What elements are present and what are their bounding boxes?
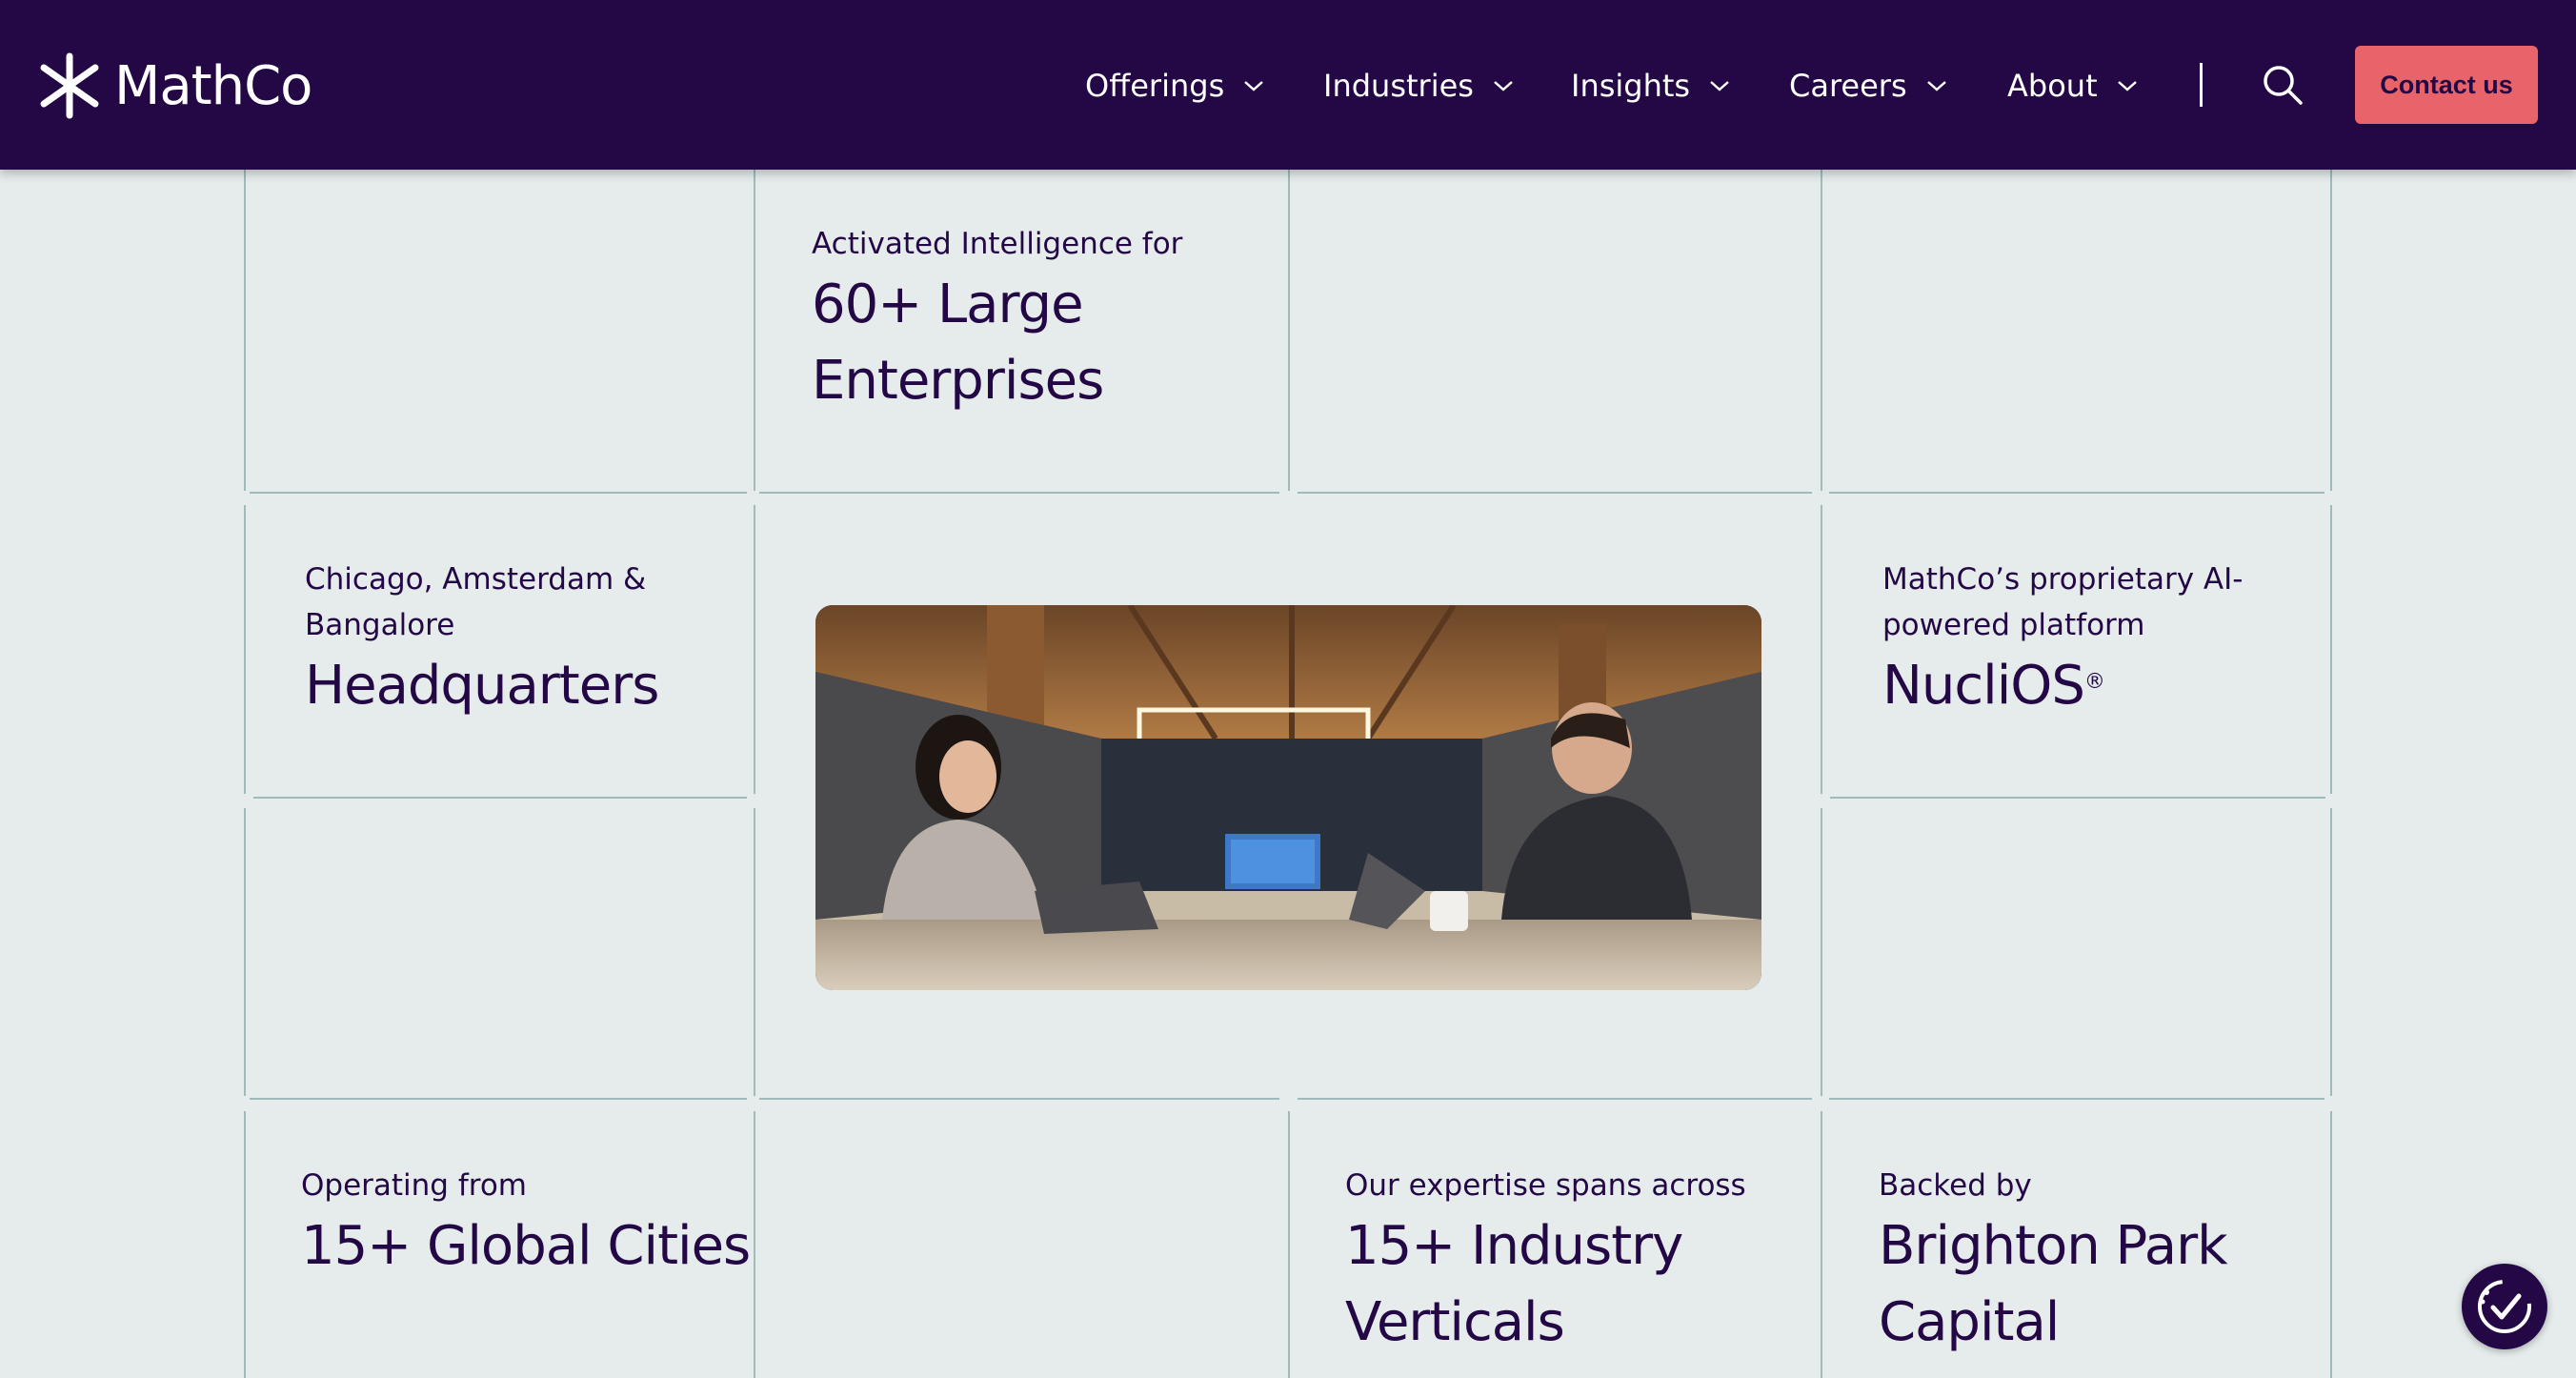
chevron-down-icon — [1494, 81, 1513, 91]
stat-cities: Operating from 15+ Global Cities — [301, 1163, 751, 1285]
grid-line — [2330, 808, 2332, 1096]
office-meeting-photo — [815, 605, 1761, 990]
stat-platform: MathCo’s proprietary AI- powered platfor… — [1882, 557, 2243, 724]
grid-line — [244, 808, 246, 1096]
stat-caption: Backed by — [1879, 1168, 2032, 1203]
stat-backing: Backed by Brighton Park Capital — [1879, 1163, 2228, 1361]
grid-line — [1821, 1111, 1822, 1378]
stat-caption: MathCo’s proprietary AI- — [1882, 562, 2244, 597]
nav-about[interactable]: About — [2007, 57, 2138, 114]
grid-line — [754, 808, 755, 1096]
stat-caption: Activated Intelligence for — [812, 227, 1183, 261]
stat-value: Capital — [1879, 1291, 2060, 1353]
grid-line — [754, 505, 755, 794]
stat-caption: Bangalore — [305, 608, 455, 642]
asterisk-logo-icon — [40, 52, 99, 119]
grid-line — [244, 1111, 246, 1378]
chevron-down-icon — [1710, 81, 1729, 91]
chevron-down-icon — [2117, 81, 2137, 91]
contact-us-button[interactable]: Contact us — [2355, 46, 2538, 124]
grid-line — [1829, 1098, 2324, 1100]
stat-industries: Our expertise spans across 15+ Industry … — [1345, 1163, 1746, 1361]
grid-line — [759, 492, 1279, 494]
search-button[interactable] — [2259, 61, 2306, 109]
stat-value: 15+ Global Cities — [301, 1215, 751, 1277]
accessibility-widget-button[interactable] — [2462, 1264, 2547, 1349]
nav-offerings[interactable]: Offerings — [1085, 57, 1264, 114]
chevron-down-icon — [1244, 81, 1264, 91]
grid-line — [754, 170, 755, 491]
stat-caption: Chicago, Amsterdam & — [305, 562, 647, 597]
nav-label: Industries — [1323, 68, 1474, 104]
stat-caption: Our expertise spans across — [1345, 1168, 1746, 1203]
platform-name: NucliOS — [1882, 655, 2085, 717]
nav-careers[interactable]: Careers — [1789, 57, 1947, 114]
stat-value: Verticals — [1345, 1291, 1565, 1353]
stat-value: NucliOS® — [1882, 648, 2243, 724]
grid-line — [244, 170, 246, 491]
grid-line — [1288, 1111, 1290, 1378]
stat-enterprises: Activated Intelligence for 60+ Large Ent… — [812, 221, 1182, 419]
logo-text: MathCo — [114, 54, 312, 117]
grid-line — [1821, 505, 1822, 794]
chevron-down-icon — [1926, 81, 1946, 91]
nav-label: Offerings — [1085, 68, 1225, 104]
grid-line — [1298, 1098, 1812, 1100]
logo[interactable]: MathCo — [36, 50, 312, 122]
registered-mark: ® — [2083, 670, 2105, 694]
stat-value: 15+ Industry — [1345, 1215, 1683, 1277]
nav-label: Insights — [1571, 68, 1691, 104]
grid-line — [250, 1098, 747, 1100]
nav-industries[interactable]: Industries — [1323, 57, 1514, 114]
stat-caption: powered platform — [1882, 608, 2145, 642]
stat-value: Enterprises — [812, 350, 1104, 412]
grid-line — [2330, 505, 2332, 794]
stat-value: 60+ Large — [812, 274, 1084, 335]
site-header: MathCo Offerings Industries Insights Car… — [0, 0, 2576, 170]
grid-line — [1830, 797, 2325, 799]
nav-insights[interactable]: Insights — [1571, 57, 1730, 114]
nav-divider — [2200, 63, 2203, 107]
search-icon — [2264, 66, 2303, 105]
grid-line — [754, 1111, 755, 1378]
grid-line — [1298, 492, 1812, 494]
stat-value: Brighton Park — [1879, 1215, 2228, 1277]
grid-line — [244, 505, 246, 794]
nav-label: Careers — [1789, 68, 1907, 104]
grid-line — [1821, 170, 1822, 491]
accessibility-check-icon — [2478, 1280, 2531, 1333]
grid-line — [1829, 492, 2324, 494]
grid-line — [250, 492, 747, 494]
nav-label: About — [2007, 68, 2098, 104]
stat-value: Headquarters — [305, 655, 659, 717]
grid-line — [759, 1098, 1279, 1100]
grid-line — [2330, 170, 2332, 491]
grid-line — [253, 797, 747, 799]
grid-line — [1288, 170, 1290, 491]
grid-line — [1821, 808, 1822, 1096]
stat-headquarters: Chicago, Amsterdam & Bangalore Headquart… — [305, 557, 659, 724]
stat-caption: Operating from — [301, 1168, 527, 1203]
grid-line — [2330, 1111, 2332, 1378]
